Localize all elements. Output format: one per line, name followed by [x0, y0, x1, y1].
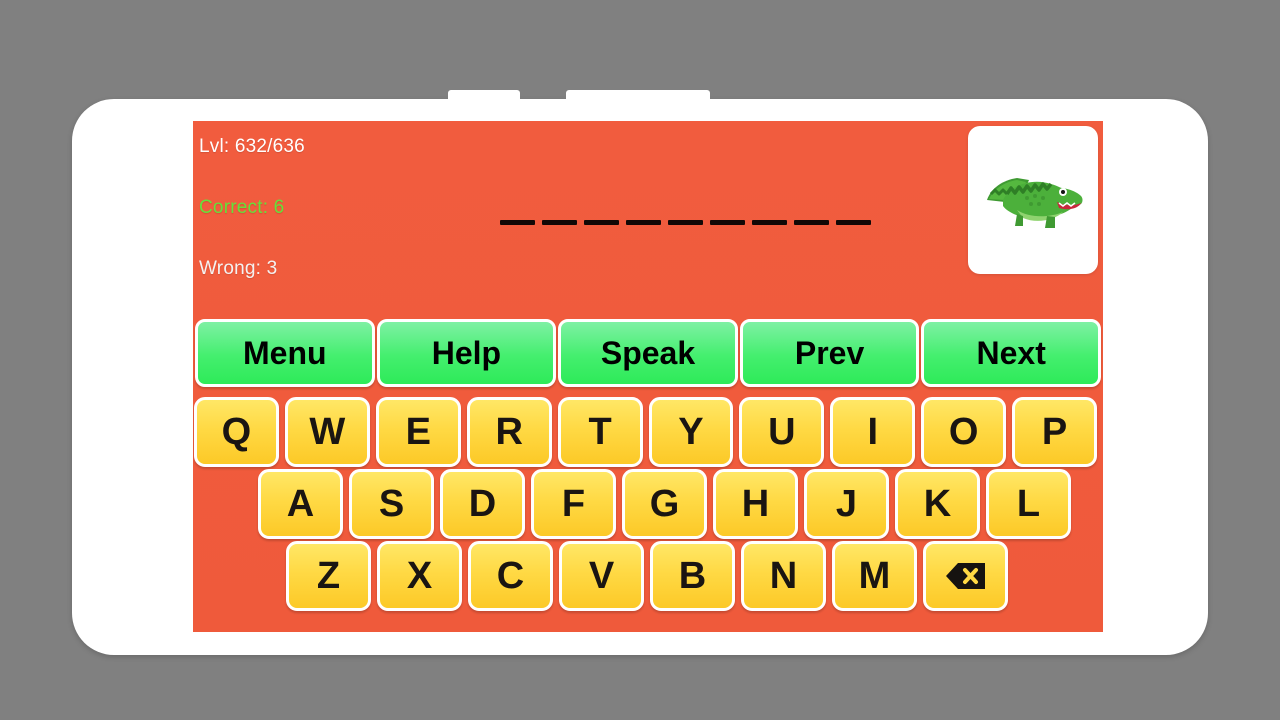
key-m[interactable]: M	[832, 541, 917, 611]
camera-notch	[566, 90, 710, 102]
keyboard-row-3: ZXCVBNM	[193, 541, 1103, 611]
menu-button[interactable]: Menu	[195, 319, 375, 387]
letter-blank	[500, 220, 535, 225]
key-n[interactable]: N	[741, 541, 826, 611]
key-c[interactable]: C	[468, 541, 553, 611]
key-d[interactable]: D	[440, 469, 525, 539]
letter-blank	[710, 220, 745, 225]
key-h[interactable]: H	[713, 469, 798, 539]
help-button[interactable]: Help	[376, 319, 557, 387]
action-button-row: Menu Help Speak Prev Next	[194, 319, 1102, 387]
key-backspace[interactable]	[923, 541, 1008, 611]
key-r[interactable]: R	[466, 397, 552, 467]
backspace-delete-icon	[945, 563, 985, 589]
correct-counter: Correct: 6	[199, 197, 285, 218]
key-s[interactable]: S	[349, 469, 434, 539]
key-w[interactable]: W	[284, 397, 370, 467]
key-o[interactable]: O	[921, 397, 1007, 467]
screen-root: Lvl: 632/636 Correct: 6 Wrong: 3 Menu He…	[0, 0, 1280, 720]
letter-blank	[626, 220, 661, 225]
keyboard-row-1: QWERTYUIOP	[193, 397, 1103, 467]
key-i[interactable]: I	[830, 397, 916, 467]
key-f[interactable]: F	[531, 469, 616, 539]
app-screen: Lvl: 632/636 Correct: 6 Wrong: 3 Menu He…	[193, 121, 1103, 632]
crocodile-illustration	[987, 178, 1083, 228]
key-z[interactable]: Z	[286, 541, 371, 611]
key-j[interactable]: J	[804, 469, 889, 539]
speak-button[interactable]: Speak	[558, 319, 738, 387]
letter-blank	[794, 220, 829, 225]
key-t[interactable]: T	[557, 397, 643, 467]
key-e[interactable]: E	[375, 397, 461, 467]
key-b[interactable]: B	[650, 541, 735, 611]
key-y[interactable]: Y	[648, 397, 734, 467]
key-g[interactable]: G	[622, 469, 707, 539]
next-button[interactable]: Next	[921, 319, 1101, 387]
level-indicator: Lvl: 632/636	[199, 136, 305, 157]
wrong-counter: Wrong: 3	[199, 258, 278, 279]
key-p[interactable]: P	[1012, 397, 1098, 467]
key-a[interactable]: A	[258, 469, 343, 539]
letter-blank	[752, 220, 787, 225]
letter-blank	[836, 220, 871, 225]
prev-button[interactable]: Prev	[739, 319, 920, 387]
key-l[interactable]: L	[986, 469, 1071, 539]
speaker-notch	[448, 90, 520, 102]
key-k[interactable]: K	[895, 469, 980, 539]
key-x[interactable]: X	[377, 541, 462, 611]
letter-blank	[542, 220, 577, 225]
keyboard-row-2: ASDFGHJKL	[193, 469, 1103, 539]
key-u[interactable]: U	[739, 397, 825, 467]
on-screen-keyboard: QWERTYUIOP ASDFGHJKL ZXCVBNM	[193, 397, 1103, 613]
key-q[interactable]: Q	[194, 397, 279, 467]
word-blanks	[500, 220, 871, 225]
puzzle-image-card	[968, 126, 1098, 274]
letter-blank	[584, 220, 619, 225]
letter-blank	[668, 220, 703, 225]
key-v[interactable]: V	[559, 541, 644, 611]
